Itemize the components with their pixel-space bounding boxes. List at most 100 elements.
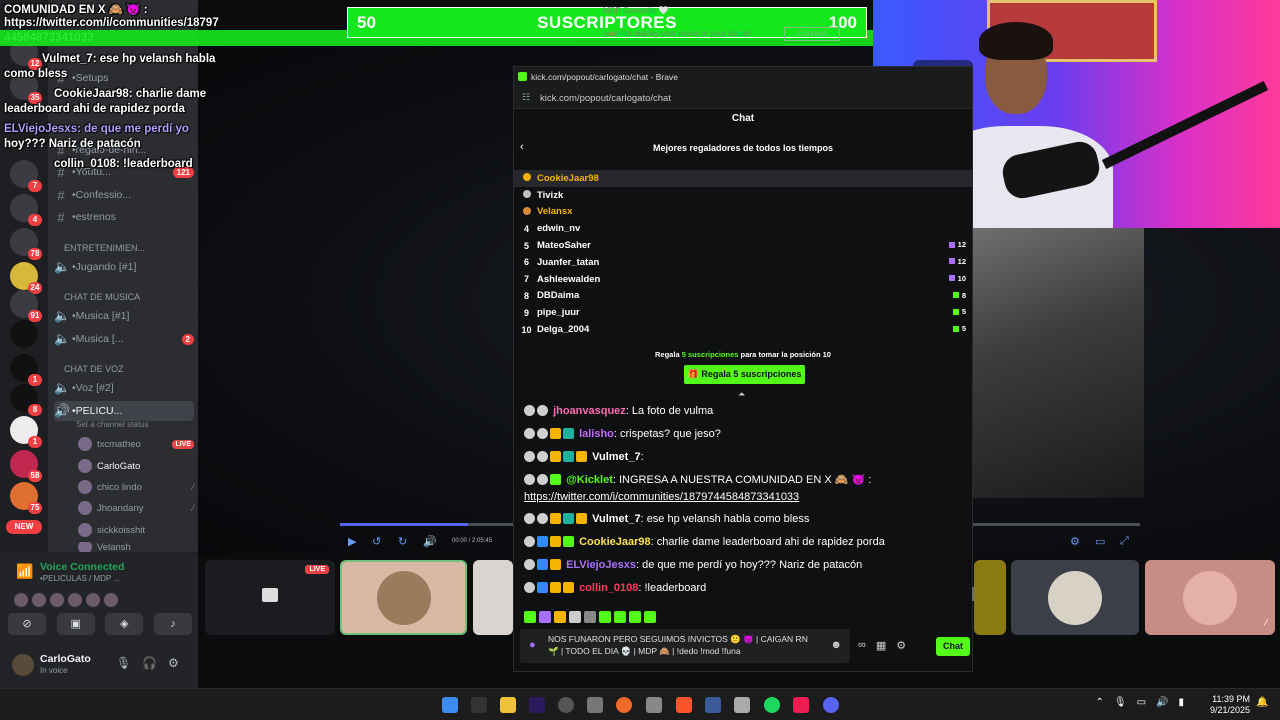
app-icon[interactable]: [558, 697, 574, 713]
voice-user[interactable]: CarloGato: [78, 457, 194, 475]
participant-tile[interactable]: ⁄: [1145, 560, 1275, 635]
app-icon[interactable]: [646, 697, 662, 713]
app-icon[interactable]: [587, 697, 603, 713]
leaderboard-row[interactable]: Velansx: [514, 204, 972, 221]
leaderboard-row[interactable]: 9 pipe_juur 5: [514, 304, 972, 321]
server-icon[interactable]: 7: [10, 160, 42, 192]
category-voice[interactable]: CHAT DE VOZ: [64, 359, 204, 379]
play-icon[interactable]: ▶: [348, 535, 356, 548]
user-name[interactable]: CarloGato: [40, 653, 91, 665]
browser-title-bar[interactable]: kick.com/popout/carlogato/chat - Brave: [514, 67, 972, 87]
tiktok-icon[interactable]: [793, 697, 809, 713]
premiere-icon[interactable]: [529, 697, 545, 713]
leaderboard-row[interactable]: CookieJaar98: [514, 170, 972, 187]
server-icon[interactable]: [10, 320, 38, 348]
server-icon[interactable]: 24: [10, 262, 42, 294]
category-entertainment[interactable]: ENTRETENIMIEN...: [64, 238, 204, 258]
voice-user[interactable]: chico lindo ⁄: [78, 478, 194, 496]
rewind-icon[interactable]: ↺: [372, 535, 381, 548]
pip-icon[interactable]: ▭: [1095, 535, 1105, 548]
voice-channel-jugando[interactable]: 🔈 •Jugando [#1]: [54, 257, 194, 277]
voice-user[interactable]: txcmatheo LIVE: [78, 435, 194, 453]
voice-connected-title[interactable]: Voice Connected: [40, 561, 124, 573]
chat-input[interactable]: ● NOS FUNARON PERO SEGUIMOS INVICTOS 🙂 👿…: [520, 629, 850, 663]
avatar[interactable]: [12, 654, 34, 676]
app-icon[interactable]: [705, 697, 721, 713]
participant-tile[interactable]: [1011, 560, 1139, 635]
signal-icon[interactable]: 📶: [16, 563, 33, 580]
collapse-icon[interactable]: ⏶: [738, 389, 745, 400]
microphone-icon[interactable]: 🎙: [1114, 697, 1127, 708]
points-icon[interactable]: ∞: [858, 639, 866, 652]
camera-off-button[interactable]: ⊘: [8, 613, 46, 635]
chat-username[interactable]: collin_0108: [579, 582, 638, 594]
emote-icon[interactable]: [584, 611, 596, 623]
voice-user[interactable]: sickkoisshit: [78, 521, 194, 539]
category-music[interactable]: CHAT DE MUSICA: [64, 287, 204, 307]
forward-icon[interactable]: ↻: [398, 535, 407, 548]
scrollbar[interactable]: [972, 587, 974, 601]
gear-icon[interactable]: ⚙: [896, 639, 906, 652]
settings-icon[interactable]: ⚙: [1070, 535, 1080, 548]
screen-share-button[interactable]: ▣: [56, 613, 95, 635]
emote-icon[interactable]: [524, 611, 536, 623]
participant-tile[interactable]: [473, 560, 513, 635]
chat-username[interactable]: lalisho: [579, 428, 614, 440]
battery-icon[interactable]: ▮: [1178, 697, 1184, 708]
headphones-icon[interactable]: 🎧: [142, 656, 157, 670]
chat-link[interactable]: https://twitter.com/i/communities/187974…: [524, 491, 799, 503]
file-explorer-icon[interactable]: [500, 697, 516, 713]
participant-tile[interactable]: [340, 560, 467, 635]
clock[interactable]: 11:39 PM 9/21/2025: [1210, 694, 1250, 716]
leaderboard-row[interactable]: Tivizk: [514, 187, 972, 204]
leaderboard-row[interactable]: 6 Juanfer_tatan 12: [514, 254, 972, 271]
channel-item[interactable]: # •Confessio...: [54, 185, 194, 205]
volume-icon[interactable]: 🔊: [423, 535, 437, 548]
address-bar[interactable]: ☷ kick.com/popout/carlogato/chat: [514, 87, 972, 109]
leaderboard-row[interactable]: 4 edwin_nv: [514, 220, 972, 237]
app-icon[interactable]: [616, 697, 632, 713]
channel-item[interactable]: # •Setups: [54, 68, 194, 88]
channel-status-hint[interactable]: Set a channel status: [76, 420, 149, 429]
voice-channel-name[interactable]: •PELICULAS / MDP ...: [40, 574, 120, 583]
chat-send-button[interactable]: Chat: [936, 637, 970, 656]
voice-channel-voz[interactable]: 🔈 •Voz [#2]: [54, 378, 194, 398]
epic-games-icon[interactable]: [471, 697, 487, 713]
server-icon[interactable]: 58: [10, 450, 42, 482]
monitor-icon[interactable]: ▭: [1137, 697, 1146, 708]
windows-start-icon[interactable]: [442, 697, 458, 713]
server-icon[interactable]: 4: [10, 194, 42, 226]
participant-tile-stream[interactable]: LIVE: [205, 560, 335, 635]
server-icon[interactable]: 1: [10, 416, 42, 448]
emote-icon[interactable]: [539, 611, 551, 623]
server-icon[interactable]: 78: [10, 228, 42, 260]
app-icon[interactable]: [734, 697, 750, 713]
site-info-icon[interactable]: ☷: [522, 92, 530, 103]
server-icon[interactable]: 91: [10, 290, 42, 322]
emote-icon[interactable]: [569, 611, 581, 623]
discord-icon[interactable]: [823, 697, 839, 713]
server-icon[interactable]: 1: [10, 354, 42, 386]
soundboard-button[interactable]: ♪: [153, 613, 192, 635]
chat-username[interactable]: Vulmet_7: [592, 451, 641, 463]
fullscreen-icon[interactable]: ⤢: [1120, 535, 1129, 548]
store-icon[interactable]: ▦: [876, 639, 886, 652]
leaderboard-row[interactable]: 7 Ashleewalden 10: [514, 271, 972, 288]
activities-button[interactable]: ◈: [105, 613, 144, 635]
leaderboard-row[interactable]: 10 Delga_2004 5: [514, 321, 972, 338]
leaderboard-row[interactable]: 5 MateoSaher 12: [514, 237, 972, 254]
emote-icon[interactable]: [599, 611, 611, 623]
spotify-icon[interactable]: [764, 697, 780, 713]
emote-icon[interactable]: [554, 611, 566, 623]
chat-username[interactable]: ELViejoJesxs: [566, 559, 636, 571]
emote-icon[interactable]: [644, 611, 656, 623]
gear-icon[interactable]: ⚙: [168, 656, 179, 670]
chat-username[interactable]: Vulmet_7: [592, 513, 641, 525]
emoji-icon[interactable]: ☻: [830, 639, 842, 651]
chat-username[interactable]: @Kicklet: [566, 474, 613, 486]
brave-icon[interactable]: [676, 697, 692, 713]
chat-username[interactable]: CookieJaar98: [579, 536, 651, 548]
leaderboard-row[interactable]: 8 DBDaima 8: [514, 288, 972, 305]
emote-icon[interactable]: [614, 611, 626, 623]
chat-username[interactable]: jhoanvasquez: [553, 405, 626, 417]
